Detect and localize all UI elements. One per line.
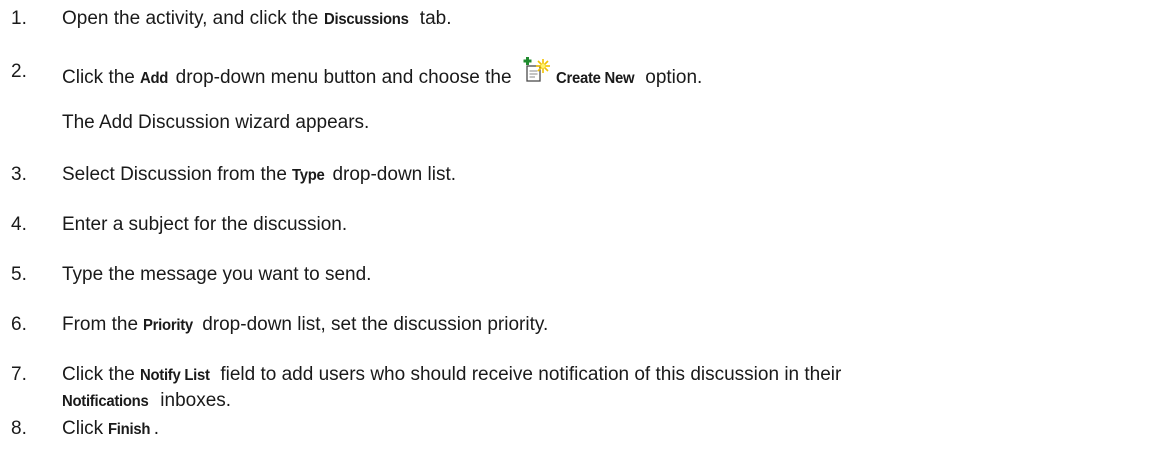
ui-term: Finish [108,421,151,438]
ui-term: Discussions [323,11,409,28]
step-text: Click the Add drop-down menu button and … [62,57,1152,90]
step-text-part: field to add users who should receive no… [215,364,842,385]
step-text-part: Enter a subject for the discussion. [62,214,348,235]
step-text-part: Select Discussion from the [62,164,293,185]
step-text: From the Priority drop-down list, set th… [62,314,1152,337]
step-text-part: . [153,418,160,439]
step-number: 6. [11,314,27,335]
step-text-part: drop-down menu button and choose the [170,67,517,88]
step-text-part: option. [639,67,703,88]
step-text-continued: Notifications inboxes. [62,390,1152,413]
ui-term: Notifications [62,393,149,410]
step-text-part: Click the [62,364,141,385]
create-new-icon [523,57,553,87]
step-number: 5. [11,264,27,285]
step-text: Open the activity, and click the Discuss… [62,8,1152,31]
step-number: 4. [11,214,27,235]
step-text-part: tab. [414,8,452,29]
ui-term: Type [292,167,325,184]
step-number: 2. [11,61,27,82]
step-text-part: From the [62,314,144,335]
step-text: Type the message you want to send. [62,264,1152,286]
step-text-part: Type the message you want to send. [62,264,372,285]
step-result-text: The Add Discussion wizard appears. [62,112,370,133]
step-text-part: inboxes. [155,390,232,411]
ui-term: Notify List [140,367,210,384]
step-text: Select Discussion from the Type drop-dow… [62,164,1152,187]
step-text: Click the Notify List field to add users… [62,364,1152,413]
step-number: 1. [11,8,27,29]
step-text: Click Finish. [62,418,1152,441]
step-text-part: Click the [62,67,141,88]
step-text-part: drop-down list, set the discussion prior… [196,314,549,335]
step-text-part: Open the activity, and click the [62,8,324,29]
step-number: 3. [11,164,27,185]
step-text-part: drop-down list. [327,164,457,185]
ui-term: Priority [143,317,194,334]
step-number: 8. [11,418,27,439]
step-number: 7. [11,364,27,385]
ui-term: Add [140,70,169,87]
step-text-part: Click [62,418,109,439]
ui-term: Create New [555,70,635,87]
step-text: Enter a subject for the discussion. [62,214,1152,236]
